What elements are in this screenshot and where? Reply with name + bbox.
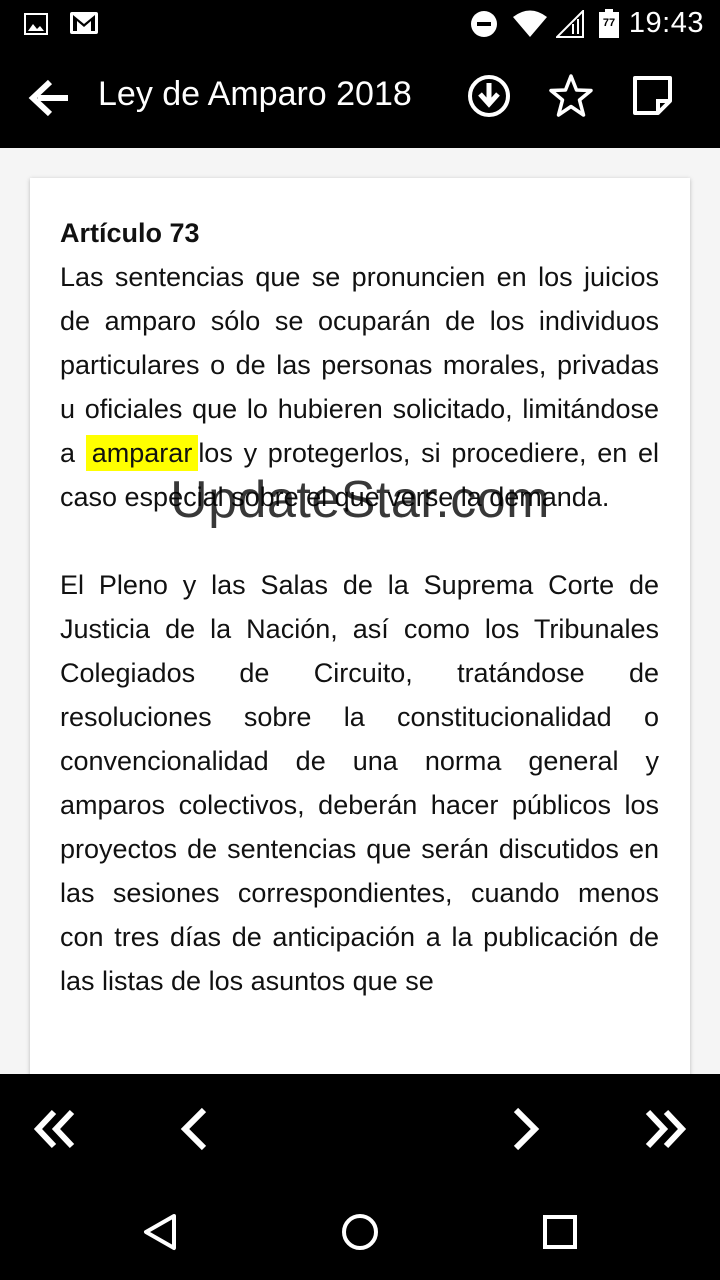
article-paragraph-2: El Pleno y las Salas de la Suprema Corte… <box>60 570 659 996</box>
system-home-icon[interactable] <box>340 1212 380 1252</box>
last-page-icon[interactable] <box>640 1104 690 1154</box>
star-icon[interactable] <box>548 73 594 119</box>
article-title: Artículo 73 <box>60 218 200 248</box>
battery-icon: 77 <box>598 9 620 39</box>
image-icon <box>24 13 48 35</box>
back-arrow-icon[interactable] <box>28 76 72 120</box>
article-navigation-bar <box>0 1074 720 1184</box>
do-not-disturb-icon <box>471 11 497 37</box>
content-area: Artículo 73 Las sentencias que se pronun… <box>0 148 720 1074</box>
search-highlight: amparar <box>85 435 199 471</box>
gmail-icon <box>70 12 98 34</box>
download-icon[interactable] <box>466 73 512 119</box>
wifi-icon <box>513 10 547 37</box>
system-navigation-bar <box>0 1184 720 1280</box>
app-bar: Ley de Amparo 2018 <box>0 48 720 148</box>
note-icon[interactable] <box>630 73 676 119</box>
battery-level: 77 <box>602 17 616 29</box>
clock: 19:43 <box>628 7 704 39</box>
system-recents-icon[interactable] <box>540 1212 580 1252</box>
system-back-icon[interactable] <box>140 1212 180 1252</box>
next-icon[interactable] <box>500 1104 550 1154</box>
signal-icon <box>556 10 584 38</box>
previous-icon[interactable] <box>170 1104 220 1154</box>
page-title: Ley de Amparo 2018 <box>98 75 412 113</box>
article-card: Artículo 73 Las sentencias que se pronun… <box>30 178 690 1074</box>
first-page-icon[interactable] <box>30 1104 80 1154</box>
article-paragraph-1: Las sentencias que se pronuncien en los … <box>60 255 659 519</box>
status-bar: 77 19:43 <box>0 0 720 48</box>
